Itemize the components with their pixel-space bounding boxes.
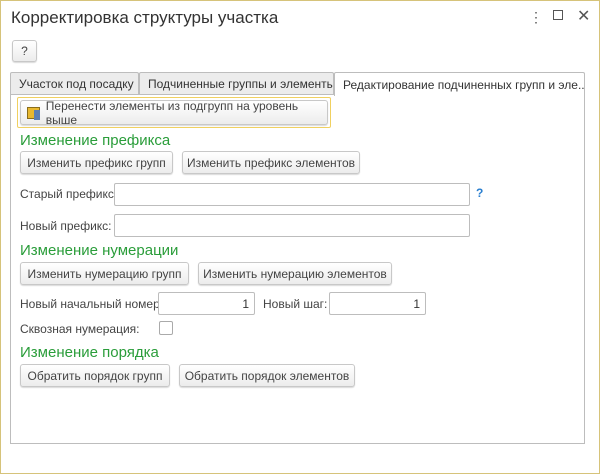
through-numbering-label: Сквозная нумерация: [20,322,140,336]
reverse-element-order-button[interactable]: Обратить порядок элементов [179,364,355,387]
old-prefix-input[interactable] [114,183,470,206]
prefix-heading: Изменение префикса [20,132,170,149]
change-group-prefix-button[interactable]: Изменить префикс групп [20,151,173,174]
move-elements-up-button[interactable]: Перенести элементы из подгрупп на уровен… [20,100,328,125]
numbering-heading: Изменение нумерации [20,242,178,259]
start-number-label: Новый начальный номер: [20,297,163,311]
reverse-group-order-button[interactable]: Обратить порядок групп [20,364,170,387]
window-title: Корректировка структуры участка [11,8,278,28]
change-group-numbering-button[interactable]: Изменить нумерацию групп [20,262,189,285]
change-element-numbering-button[interactable]: Изменить нумерацию элементов [198,262,392,285]
dialog-window: Корректировка структуры участка ⋮ ✕ ? Уч… [0,0,600,474]
help-button[interactable]: ? [12,40,37,62]
close-icon[interactable]: ✕ [577,6,590,26]
old-prefix-help-link[interactable]: ? [476,186,483,200]
more-vertical-icon[interactable]: ⋮ [529,9,543,26]
old-prefix-label: Старый префикс: [20,187,117,201]
new-prefix-label: Новый префикс: [20,219,112,233]
start-number-input[interactable]: 1 [158,292,255,315]
move-button-focus: Перенести элементы из подгрупп на уровен… [17,97,331,128]
change-element-prefix-button[interactable]: Изменить префикс элементов [182,151,360,174]
step-input[interactable]: 1 [329,292,426,315]
move-up-icon [27,107,40,119]
maximize-icon[interactable] [553,10,563,20]
tab-plot[interactable]: Участок под посадку [10,72,139,95]
order-heading: Изменение порядка [20,344,159,361]
tab-edit-subordinate[interactable]: Редактирование подчиненных групп и эле..… [334,72,585,96]
tab-subordinate[interactable]: Подчиненные группы и элементы [139,72,334,95]
through-numbering-checkbox[interactable] [159,321,173,335]
new-prefix-input[interactable] [114,214,470,237]
step-label: Новый шаг: [263,297,327,311]
move-elements-up-label: Перенести элементы из подгрупп на уровен… [46,99,327,127]
